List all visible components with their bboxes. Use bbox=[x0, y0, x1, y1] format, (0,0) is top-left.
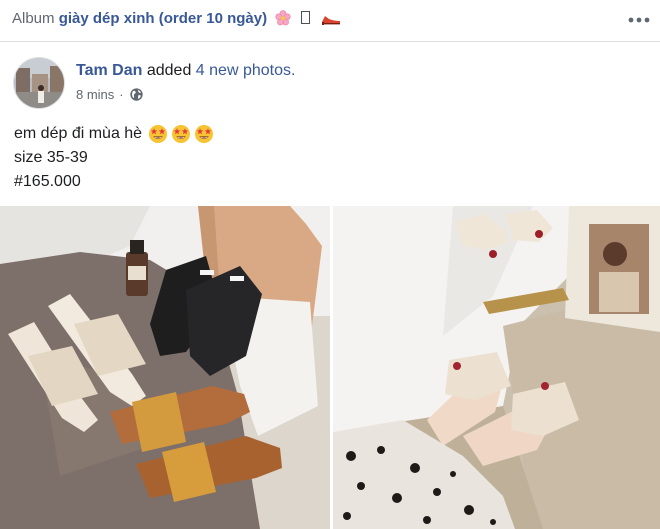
author-avatar[interactable] bbox=[13, 57, 65, 109]
post-timestamp[interactable]: 8 mins bbox=[76, 87, 114, 102]
globe-icon[interactable] bbox=[129, 87, 144, 102]
new-photos-link[interactable]: 4 new photos. bbox=[196, 62, 296, 79]
caption-line-3: #165.000 bbox=[14, 173, 81, 190]
meta-separator: · bbox=[119, 87, 124, 102]
caption-line-2: size 35-39 bbox=[14, 149, 88, 166]
high-heel-icon bbox=[321, 16, 340, 25]
author-action-text: added bbox=[146, 62, 192, 79]
album-header: Album giày dép xinh (order 10 ngày) bbox=[0, 0, 660, 42]
sandals-flatlay-image bbox=[0, 206, 330, 529]
star-struck-emoji-icon bbox=[195, 125, 214, 143]
album-prefix: Album bbox=[12, 10, 55, 27]
caption-line-1: em dép đi mùa hè bbox=[14, 122, 214, 146]
post-photo-2[interactable] bbox=[333, 206, 660, 529]
more-options-icon[interactable] bbox=[628, 12, 650, 28]
post-photo-1[interactable] bbox=[0, 206, 330, 529]
avatar-image bbox=[14, 58, 64, 108]
album-title: Album giày dép xinh (order 10 ngày) bbox=[12, 10, 341, 27]
cherry-blossom-icon bbox=[275, 10, 291, 26]
caption-text-1: em dép đi mùa hè bbox=[14, 125, 143, 142]
album-name-link[interactable]: giày dép xinh (order 10 ngày) bbox=[59, 10, 267, 27]
sandals-worn-image bbox=[333, 206, 660, 529]
star-struck-emoji-icon bbox=[149, 125, 168, 143]
author-name-link[interactable]: Tam Dan bbox=[76, 62, 142, 79]
post-author-line: Tam Dan added 4 new photos. bbox=[76, 62, 295, 80]
post-meta: 8 mins · bbox=[76, 87, 144, 102]
missing-glyph-icon bbox=[301, 11, 311, 24]
star-struck-emoji-icon bbox=[172, 125, 191, 143]
post-caption: em dép đi mùa hè size 35-39 #165.000 bbox=[14, 122, 214, 194]
